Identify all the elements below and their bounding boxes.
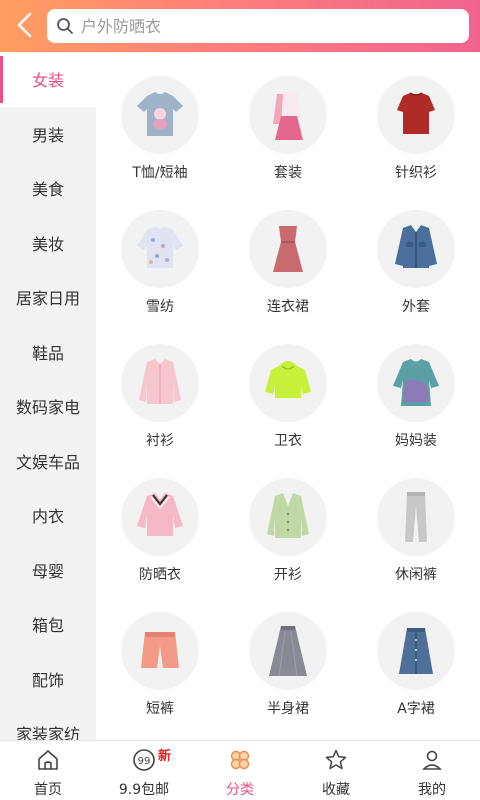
subcategory-grid: T恤/短袖 套装 针织衫 雪纺 连衣裙 外套 衬衫 卫衣 妈妈装 防晒衣 开衫 … bbox=[96, 52, 480, 740]
shirt-icon bbox=[121, 344, 199, 422]
ninety-nine-icon: 99 bbox=[131, 747, 157, 773]
category-label: 卫衣 bbox=[274, 433, 302, 449]
category-skirt[interactable]: 半身裙 bbox=[224, 588, 352, 722]
category-label: 衬衫 bbox=[146, 433, 174, 449]
category-chiffon[interactable]: 雪纺 bbox=[96, 186, 224, 320]
tab-label: 9.9包邮 bbox=[118, 782, 170, 798]
svg-text:99: 99 bbox=[138, 756, 151, 767]
category-tshirt[interactable]: T恤/短袖 bbox=[96, 52, 224, 186]
shorts-icon bbox=[121, 612, 199, 690]
sidebar-item-beauty[interactable]: 美妆 bbox=[0, 216, 96, 271]
category-shorts[interactable]: 短裤 bbox=[96, 588, 224, 722]
sidebar-item-label: 男装 bbox=[31, 125, 64, 145]
sidebar-item-home[interactable]: 居家日用 bbox=[0, 270, 96, 325]
sidebar-item-underwear[interactable]: 内衣 bbox=[0, 488, 96, 543]
sidebar-item-label: 数码家电 bbox=[15, 398, 80, 418]
top-header bbox=[0, 0, 480, 52]
category-cardigan[interactable]: 开衫 bbox=[224, 454, 352, 588]
tab-label: 我的 bbox=[418, 782, 446, 798]
category-label: 连衣裙 bbox=[267, 299, 309, 315]
sidebar-item-label: 配饰 bbox=[31, 670, 64, 690]
sidebar-item-label: 鞋品 bbox=[31, 343, 64, 363]
category-a-line-skirt[interactable]: A字裙 bbox=[352, 588, 480, 722]
bottom-tab-bar: 首页 99 新 9.9包邮 分类 收藏 我的 bbox=[0, 740, 480, 800]
category-label: 防晒衣 bbox=[139, 567, 181, 583]
sidebar-item-mens[interactable]: 男装 bbox=[0, 107, 96, 162]
tab-profile[interactable]: 我的 bbox=[384, 741, 480, 800]
new-badge: 新 bbox=[158, 749, 172, 764]
sidebar-item-label: 美食 bbox=[31, 180, 64, 200]
category-knit-sweater[interactable]: 针织衫 bbox=[352, 52, 480, 186]
category-label: T恤/短袖 bbox=[132, 165, 188, 181]
tab-label: 首页 bbox=[34, 782, 62, 798]
back-button[interactable] bbox=[8, 6, 42, 44]
category-hoodie[interactable]: 卫衣 bbox=[224, 320, 352, 454]
sidebar-item-home-textile[interactable]: 家装家纺 bbox=[0, 706, 96, 740]
search-icon bbox=[55, 16, 75, 36]
category-label: 休闲裤 bbox=[395, 567, 437, 583]
star-icon bbox=[323, 747, 349, 773]
home-icon bbox=[35, 747, 61, 773]
sidebar-item-label: 家装家纺 bbox=[15, 725, 80, 740]
category-label: 外套 bbox=[402, 299, 430, 315]
category-dress[interactable]: 连衣裙 bbox=[224, 186, 352, 320]
tab-label: 收藏 bbox=[322, 782, 350, 798]
sun-protection-jacket-icon bbox=[121, 478, 199, 556]
category-label: 套装 bbox=[274, 165, 302, 181]
sidebar-item-label: 箱包 bbox=[31, 616, 64, 636]
search-bar[interactable] bbox=[47, 9, 469, 43]
tab-label: 分类 bbox=[226, 782, 254, 798]
casual-pants-icon bbox=[377, 478, 455, 556]
category-clover-icon bbox=[227, 747, 253, 773]
chevron-left-icon bbox=[17, 12, 32, 38]
cardigan-icon bbox=[249, 478, 327, 556]
tshirt-icon bbox=[121, 76, 199, 154]
category-label: 雪纺 bbox=[146, 299, 174, 315]
sidebar-item-baby[interactable]: 母婴 bbox=[0, 543, 96, 598]
a-line-skirt-icon bbox=[377, 612, 455, 690]
category-label: A字裙 bbox=[397, 701, 435, 717]
search-input[interactable] bbox=[81, 16, 461, 36]
sidebar-item-label: 居家日用 bbox=[15, 289, 80, 309]
denim-jacket-icon bbox=[377, 210, 455, 288]
sidebar-item-label: 女装 bbox=[31, 71, 64, 91]
sidebar-item-womens[interactable]: 女装 bbox=[0, 52, 96, 107]
skirt-icon bbox=[249, 612, 327, 690]
sidebar-item-digital[interactable]: 数码家电 bbox=[0, 379, 96, 434]
sidebar-item-entertainment[interactable]: 文娱车品 bbox=[0, 434, 96, 489]
category-outfit-set[interactable]: 套装 bbox=[224, 52, 352, 186]
category-sidebar: 女装 男装 美食 美妆 居家日用 鞋品 数码家电 文娱车品 内衣 母婴 箱包 配… bbox=[0, 52, 96, 740]
tab-free-shipping[interactable]: 99 新 9.9包邮 bbox=[96, 741, 192, 800]
sidebar-item-bags[interactable]: 箱包 bbox=[0, 597, 96, 652]
sidebar-item-label: 美妆 bbox=[31, 234, 64, 254]
mom-top-icon bbox=[377, 344, 455, 422]
tab-category[interactable]: 分类 bbox=[192, 741, 288, 800]
sidebar-item-shoes[interactable]: 鞋品 bbox=[0, 325, 96, 380]
category-label: 开衫 bbox=[274, 567, 302, 583]
sidebar-item-accessories[interactable]: 配饰 bbox=[0, 652, 96, 707]
category-label: 妈妈装 bbox=[395, 433, 437, 449]
category-shirt[interactable]: 衬衫 bbox=[96, 320, 224, 454]
sidebar-item-label: 母婴 bbox=[31, 561, 64, 581]
chiffon-blouse-icon bbox=[121, 210, 199, 288]
outfit-set-icon bbox=[249, 76, 327, 154]
knit-sweater-icon bbox=[377, 76, 455, 154]
category-mom-wear[interactable]: 妈妈装 bbox=[352, 320, 480, 454]
tab-home[interactable]: 首页 bbox=[0, 741, 96, 800]
tab-favorites[interactable]: 收藏 bbox=[288, 741, 384, 800]
sidebar-item-food[interactable]: 美食 bbox=[0, 161, 96, 216]
category-casual-pants[interactable]: 休闲裤 bbox=[352, 454, 480, 588]
sidebar-item-label: 内衣 bbox=[31, 507, 64, 527]
dress-icon bbox=[249, 210, 327, 288]
category-label: 针织衫 bbox=[395, 165, 437, 181]
sidebar-item-label: 文娱车品 bbox=[15, 452, 80, 472]
category-label: 短裤 bbox=[146, 701, 174, 717]
category-jacket[interactable]: 外套 bbox=[352, 186, 480, 320]
category-label: 半身裙 bbox=[267, 701, 309, 717]
user-icon bbox=[419, 747, 445, 773]
hoodie-icon bbox=[249, 344, 327, 422]
category-sun-protection[interactable]: 防晒衣 bbox=[96, 454, 224, 588]
